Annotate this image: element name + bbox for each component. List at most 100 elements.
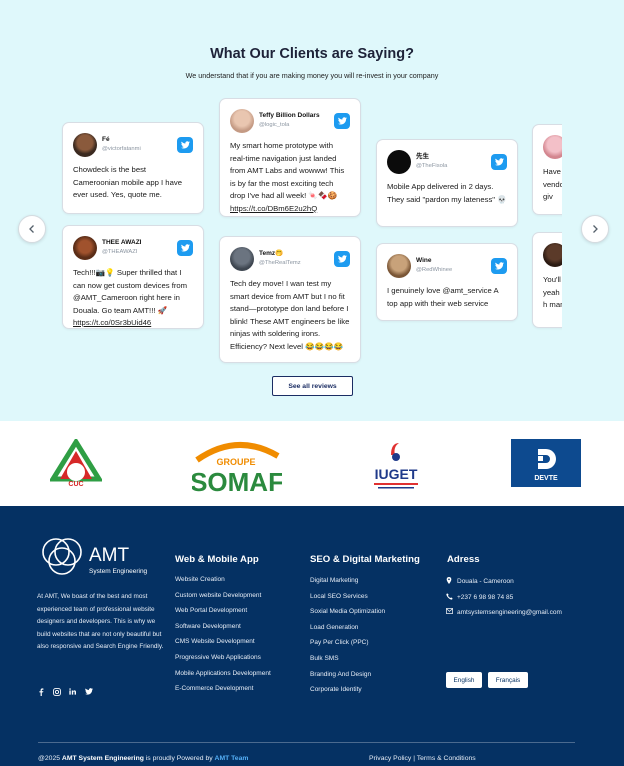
language-french-button[interactable]: Français	[488, 672, 528, 688]
partner-logo-somaf: GROUPE SOMAF	[190, 440, 284, 497]
twitter-icon[interactable]	[334, 251, 350, 267]
footer-about-text: At AMT, We boast of the best and most ex…	[37, 593, 164, 650]
twitter-icon[interactable]	[177, 137, 193, 153]
review-card-header	[543, 242, 562, 268]
review-card: You'll yeah get h man v	[532, 232, 562, 328]
avatar	[387, 254, 411, 278]
avatar	[387, 150, 411, 174]
facebook-icon[interactable]	[38, 688, 44, 698]
chevron-right-icon	[593, 225, 598, 233]
review-text: Tech dey move! I wan test my smart devic…	[230, 279, 350, 351]
location-pin-icon	[446, 577, 456, 586]
footer-link[interactable]: Corporate Identity	[310, 686, 385, 702]
review-author-name: Fé	[102, 136, 110, 144]
review-card-header: 先生 @TheFisola	[387, 149, 507, 175]
review-card-header: Temz🤭 @TheRealTemz	[230, 246, 350, 272]
testimonials-section: What Our Clients are Saying? We understa…	[0, 0, 624, 421]
review-author-name: Temz🤭	[259, 250, 284, 258]
avatar	[230, 109, 254, 133]
testimonials-subtitle: We understand that if you are making mon…	[185, 71, 439, 80]
avatar	[543, 135, 562, 159]
review-card-header: Teffy Billion Dollars @logic_tola	[230, 108, 350, 134]
partner-logo-devte: DEVTE	[511, 439, 581, 487]
footer-link[interactable]: CMS Website Development	[175, 638, 271, 654]
chevron-left-icon	[29, 225, 34, 233]
svg-text:CUC: CUC	[68, 481, 83, 488]
footer-team-link[interactable]: AMT Team	[215, 755, 249, 762]
site-footer: AMT System Engineering At AMT, We boast …	[0, 506, 624, 766]
footer-link[interactable]: Digital Marketing	[310, 577, 385, 593]
twitter-icon[interactable]	[491, 154, 507, 170]
review-text: Mobile App delivered in 2 days. They sai…	[387, 182, 507, 204]
footer-email[interactable]: amtsystemsengineering@gmail.com	[446, 608, 562, 616]
footer-link[interactable]: Load Generation	[310, 624, 385, 640]
instagram-icon[interactable]	[53, 688, 61, 698]
review-author-handle: @victorfatanmi	[102, 145, 141, 152]
avatar	[230, 247, 254, 271]
footer-address: Douala - Cameroon	[446, 577, 514, 586]
footer-link[interactable]: Web Portal Development	[175, 607, 271, 623]
review-card-header: Fé @victorfatanmi	[73, 132, 193, 158]
footer-phone[interactable]: +237 6 98 98 74 85	[446, 593, 513, 602]
twitter-icon[interactable]	[334, 113, 350, 129]
svg-text:GROUPE: GROUPE	[216, 457, 255, 467]
review-card-header: THEE AWAZI @THEAWAZI	[73, 235, 193, 261]
phone-icon	[446, 593, 456, 602]
review-author-handle: @logic_tola	[259, 121, 290, 128]
svg-text:IUGET: IUGET	[375, 466, 418, 482]
review-text: My smart home prototype with real-time n…	[230, 141, 345, 200]
carousel-next-button[interactable]	[581, 215, 609, 243]
partner-logo-cuc: CUC	[48, 437, 104, 489]
partner-logos: CUC GROUPE SOMAF IUGET DEVTE	[0, 421, 624, 506]
footer-link[interactable]: Software Development	[175, 623, 271, 639]
review-card: Fé @victorfatanmi Chowdeck is the best C…	[62, 122, 204, 214]
footer-logo[interactable]: AMT System Engineering	[40, 528, 150, 584]
mail-icon	[446, 608, 456, 616]
footer-web-links: Website Creation Custom website Developm…	[175, 576, 271, 701]
linkedin-icon[interactable]	[69, 688, 76, 697]
partner-logo-iuget: IUGET	[369, 441, 423, 491]
footer-seo-links: Digital Marketing Local SEO Services Sox…	[310, 577, 385, 702]
footer-link[interactable]: Mobile Applications Development	[175, 670, 271, 686]
svg-text:AMT: AMT	[89, 545, 130, 566]
review-author-handle: @RedWhinee	[416, 266, 453, 273]
review-text: Have vendo is giv	[543, 167, 562, 201]
review-card: Wine @RedWhinee I genuinely love @amt_se…	[376, 243, 518, 321]
footer-link[interactable]: Soxial Media Optimization	[310, 608, 385, 624]
footer-link[interactable]: Pay Per Click (PPC)	[310, 639, 385, 655]
review-card: THEE AWAZI @THEAWAZI Tech!!!📷💡 Super thr…	[62, 225, 204, 329]
footer-link[interactable]: Branding And Design	[310, 671, 385, 687]
twitter-icon[interactable]	[491, 258, 507, 274]
svg-text:DEVTE: DEVTE	[534, 475, 558, 482]
footer-link[interactable]: Website Creation	[175, 576, 271, 592]
footer-link[interactable]: Local SEO Services	[310, 593, 385, 609]
footer-link[interactable]: E-Commerce Development	[175, 685, 271, 701]
avatar	[73, 236, 97, 260]
review-card: Teffy Billion Dollars @logic_tola My sma…	[219, 98, 361, 217]
svg-text:SOMAF: SOMAF	[192, 467, 282, 495]
review-author-name: Teffy Billion Dollars	[259, 112, 320, 120]
review-text: Tech!!!📷💡 Super thrilled that I can now …	[73, 268, 188, 315]
footer-divider	[38, 742, 575, 743]
carousel-prev-button[interactable]	[18, 215, 46, 243]
review-author-handle: @TheRealTemz	[259, 259, 301, 266]
language-english-button[interactable]: English	[446, 672, 482, 688]
review-card: Temz🤭 @TheRealTemz Tech dey move! I wan …	[219, 236, 361, 363]
twitter-icon[interactable]	[177, 240, 193, 256]
footer-web-heading: Web & Mobile App	[175, 554, 259, 565]
footer-link[interactable]: Custom website Development	[175, 592, 271, 608]
see-all-reviews-button[interactable]: See all reviews	[272, 376, 353, 396]
review-text: You'll yeah get h man v	[543, 275, 562, 309]
footer-link[interactable]: Progressive Web Applications	[175, 654, 271, 670]
review-author-name: 先生	[416, 153, 429, 161]
footer-link[interactable]: Bulk SMS	[310, 655, 385, 671]
footer-copyright: @2025 AMT System Engineering is proudly …	[38, 755, 249, 762]
review-text: I genuinely love @amt_service A top app …	[387, 286, 499, 308]
svg-text:System Engineering: System Engineering	[89, 568, 148, 575]
review-link[interactable]: https://t.co/0Sr3bUid46	[73, 318, 151, 327]
reviews-carousel[interactable]: Fé @victorfatanmi Chowdeck is the best C…	[58, 92, 562, 372]
twitter-icon[interactable]	[85, 688, 93, 697]
review-author-name: THEE AWAZI	[102, 239, 142, 247]
review-link[interactable]: https://t.co/DBm6E2u2hQ	[230, 204, 317, 213]
footer-legal-links[interactable]: Privacy Policy | Terms & Conditions	[369, 755, 476, 762]
